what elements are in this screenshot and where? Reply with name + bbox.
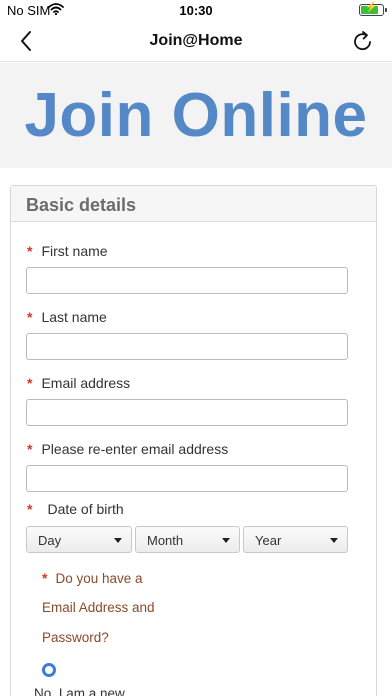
email-label: * Email address bbox=[27, 375, 131, 391]
last-name-input[interactable] bbox=[26, 333, 348, 360]
page-title: Join@Home bbox=[149, 32, 243, 49]
email-confirm-label: * Please re-enter email address bbox=[27, 441, 229, 457]
battery-icon: ⚡ bbox=[359, 2, 387, 16]
first-name-label: * First name bbox=[27, 243, 108, 259]
chevron-down-icon bbox=[222, 538, 230, 543]
required-marker: * bbox=[27, 441, 33, 457]
new-member-radio[interactable] bbox=[42, 663, 56, 677]
reload-icon bbox=[354, 31, 371, 51]
first-name-input[interactable] bbox=[26, 267, 348, 294]
required-marker: * bbox=[27, 309, 33, 325]
chevron-down-icon bbox=[330, 538, 338, 543]
new-member-radio-label[interactable]: No, I am a new bbox=[34, 686, 125, 696]
banner-heading: Join Online bbox=[24, 81, 368, 150]
join-banner: Join Online bbox=[0, 63, 392, 168]
last-name-label: * Last name bbox=[27, 309, 107, 325]
dob-label: * Date of birth bbox=[27, 501, 124, 517]
status-bar: No SIM 10:30 ⚡ bbox=[0, 0, 392, 22]
account-question-line1: * Do you have a bbox=[42, 570, 143, 586]
email-input[interactable] bbox=[26, 399, 348, 426]
reload-button[interactable] bbox=[350, 28, 376, 54]
section-title: Basic details bbox=[26, 195, 137, 215]
account-question-line3: Password? bbox=[42, 630, 109, 645]
charging-bolt-icon: ⚡ bbox=[365, 2, 378, 13]
chevron-down-icon bbox=[114, 538, 122, 543]
clock: 10:30 bbox=[179, 3, 213, 18]
required-marker: * bbox=[27, 375, 33, 391]
card-header: Basic details bbox=[11, 186, 376, 222]
dob-month-select[interactable]: Month bbox=[135, 526, 240, 553]
required-marker: * bbox=[42, 570, 48, 586]
basic-details-card: Basic details * First name * Last name * Em… bbox=[10, 185, 377, 696]
dob-year-select[interactable]: Year bbox=[243, 526, 348, 553]
account-question-line2: Email Address and bbox=[42, 600, 155, 615]
email-confirm-input[interactable] bbox=[26, 465, 348, 492]
navigation-bar: Join@Home bbox=[0, 22, 392, 62]
dob-day-select[interactable]: Day bbox=[26, 526, 132, 553]
required-marker: * bbox=[27, 243, 33, 259]
required-marker: * bbox=[27, 501, 33, 517]
